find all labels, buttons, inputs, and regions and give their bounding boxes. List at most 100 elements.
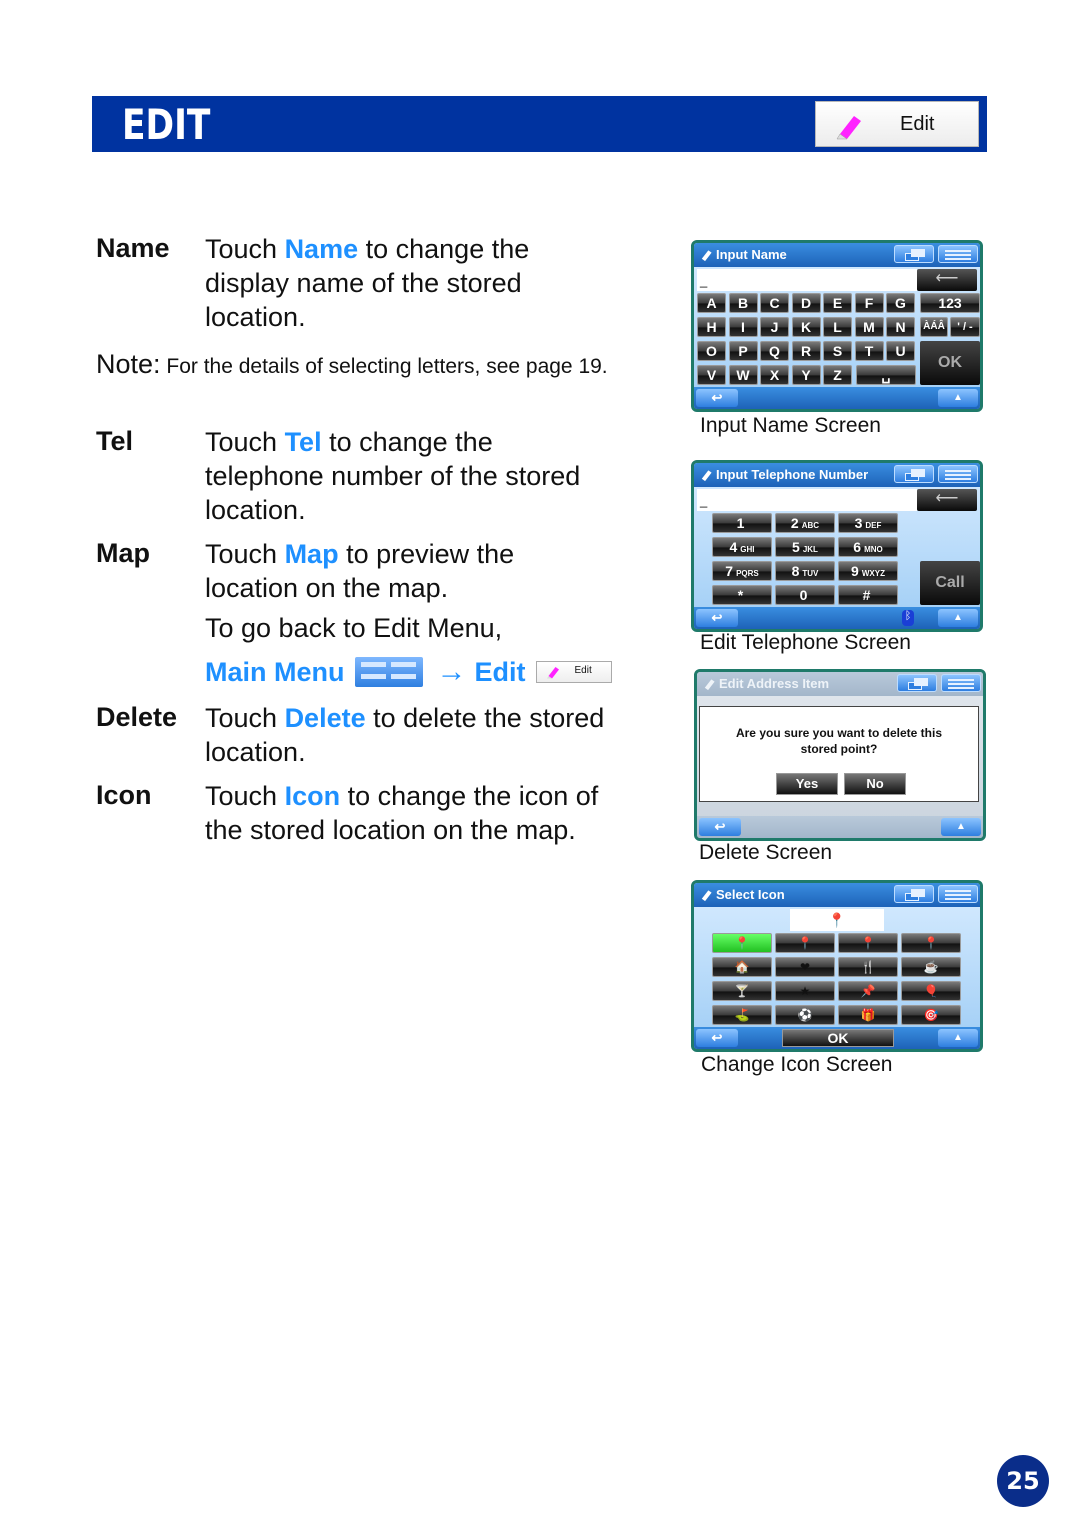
key-i[interactable]: I xyxy=(728,317,758,337)
keypad-key[interactable]: 8 TUV xyxy=(775,561,835,581)
icon-option[interactable]: 🍸 xyxy=(712,981,772,1001)
icon-option[interactable]: 📍 xyxy=(775,933,835,953)
keypad-key[interactable]: # xyxy=(838,585,898,605)
keypad-key[interactable]: 1 xyxy=(712,513,772,533)
key-e[interactable]: E xyxy=(823,293,852,313)
key-v[interactable]: V xyxy=(697,365,726,385)
key-symbols[interactable]: ' / - xyxy=(950,317,980,337)
menu-button[interactable] xyxy=(938,465,978,483)
telephone-input[interactable]: _ xyxy=(697,489,917,511)
section-title: EDIT xyxy=(122,100,211,149)
icon-option[interactable]: 📍 xyxy=(838,933,898,953)
backspace-button[interactable]: ⟵ xyxy=(917,489,977,511)
back-button[interactable]: ↩ xyxy=(699,818,741,836)
highlight-map: Map xyxy=(284,539,339,569)
icon-option[interactable]: 🎯 xyxy=(901,1005,961,1025)
no-button[interactable]: No xyxy=(844,773,906,795)
call-button[interactable]: Call xyxy=(920,561,980,605)
ok-button[interactable]: OK xyxy=(782,1029,894,1047)
navigation-button[interactable]: ▲ xyxy=(941,818,981,836)
keypad-key[interactable]: 3 DEF xyxy=(838,513,898,533)
icon-option[interactable]: 📌 xyxy=(838,981,898,1001)
key-123[interactable]: 123 xyxy=(920,293,980,313)
icon-option[interactable]: ☕ xyxy=(901,957,961,977)
ok-button[interactable]: OK xyxy=(920,341,980,385)
name-input[interactable]: _ xyxy=(697,269,917,291)
keypad-key[interactable]: 7 PQRS xyxy=(712,561,772,581)
pencil-icon xyxy=(546,667,559,679)
key-number: * xyxy=(737,587,744,603)
key-y[interactable]: Y xyxy=(791,365,821,385)
keypad-key[interactable]: * xyxy=(712,585,772,605)
key-letters: ABC xyxy=(801,521,820,530)
menu-button[interactable] xyxy=(938,245,978,263)
window-button[interactable] xyxy=(897,674,937,692)
key-l[interactable]: L xyxy=(823,317,852,337)
key-k[interactable]: K xyxy=(791,317,821,337)
menu-button[interactable] xyxy=(938,885,978,903)
pencil-icon xyxy=(701,250,712,262)
icon-option[interactable]: 📍 xyxy=(712,933,772,953)
key-h[interactable]: H xyxy=(697,317,726,337)
key-s[interactable]: S xyxy=(823,341,852,361)
key-u[interactable]: U xyxy=(886,341,915,361)
key-q[interactable]: Q xyxy=(760,341,789,361)
icon-option[interactable]: ★ xyxy=(775,981,835,1001)
highlight-icon: Icon xyxy=(284,781,341,811)
back-button[interactable]: ↩ xyxy=(696,389,738,407)
key-z[interactable]: Z xyxy=(823,365,852,385)
navigation-button[interactable]: ▲ xyxy=(938,1029,978,1047)
key-number: 7 xyxy=(725,563,734,579)
key-o[interactable]: O xyxy=(697,341,726,361)
desc-text: location on the map. xyxy=(205,573,449,603)
keypad-key[interactable]: 9 WXYZ xyxy=(838,561,898,581)
edit-button-label: Edit xyxy=(900,113,935,135)
key-g[interactable]: G xyxy=(886,293,915,313)
keypad-key[interactable]: 2 ABC xyxy=(775,513,835,533)
key-n[interactable]: N xyxy=(886,317,915,337)
section-header: EDIT Edit xyxy=(92,96,987,152)
icon-option[interactable]: ❤ xyxy=(775,957,835,977)
key-r[interactable]: R xyxy=(791,341,821,361)
navigation-button[interactable]: ▲ xyxy=(938,609,978,627)
navigation-button[interactable]: ▲ xyxy=(938,389,978,407)
key-m[interactable]: M xyxy=(854,317,884,337)
key-w[interactable]: W xyxy=(728,365,758,385)
key-accents[interactable]: ÀÁÂ xyxy=(920,317,948,337)
icon-option[interactable]: 🎁 xyxy=(838,1005,898,1025)
menu-button[interactable] xyxy=(941,674,981,692)
keypad-key[interactable]: 5 JKL xyxy=(775,537,835,557)
desc-text: Touch xyxy=(205,539,285,569)
key-number: 3 xyxy=(854,515,863,531)
desc-text: the stored location on the map. xyxy=(205,815,576,845)
bluetooth-icon: ᛒ xyxy=(902,610,914,626)
key-j[interactable]: J xyxy=(760,317,789,337)
back-button[interactable]: ↩ xyxy=(696,1029,738,1047)
key-x[interactable]: X xyxy=(760,365,789,385)
keypad-key[interactable]: 6 MNO xyxy=(838,537,898,557)
icon-option[interactable]: 🍴 xyxy=(838,957,898,977)
keypad-key[interactable]: 4 GHI xyxy=(712,537,772,557)
key-space[interactable]: ␣ xyxy=(856,365,916,385)
icon-option[interactable]: 📍 xyxy=(901,933,961,953)
icon-option[interactable]: ⚽ xyxy=(775,1005,835,1025)
back-button[interactable]: ↩ xyxy=(696,609,738,627)
icon-option[interactable]: 🎈 xyxy=(901,981,961,1001)
icon-option[interactable]: 🏠 xyxy=(712,957,772,977)
yes-button[interactable]: Yes xyxy=(776,773,838,795)
desc-delete: Touch Delete to delete the stored locati… xyxy=(205,701,645,769)
window-button[interactable] xyxy=(894,885,934,903)
key-d[interactable]: D xyxy=(791,293,821,313)
key-t[interactable]: T xyxy=(854,341,884,361)
key-b[interactable]: B xyxy=(728,293,758,313)
key-c[interactable]: C xyxy=(760,293,789,313)
keypad-key[interactable]: 0 xyxy=(775,585,835,605)
key-f[interactable]: F xyxy=(854,293,884,313)
icon-option[interactable]: ⛳ xyxy=(712,1005,772,1025)
key-p[interactable]: P xyxy=(728,341,758,361)
backspace-button[interactable]: ⟵ xyxy=(917,269,977,291)
key-a[interactable]: A xyxy=(697,293,726,313)
select-icon-screen: Select Icon 📍 📍 📍 📍 📍 🏠 ❤ 🍴 ☕ 🍸 ★ 📌 🎈 ⛳ ⚽ 🎁 🎯 ↩ OK ▲ xyxy=(691,880,983,1052)
window-button[interactable] xyxy=(894,465,934,483)
window-button[interactable] xyxy=(894,245,934,263)
